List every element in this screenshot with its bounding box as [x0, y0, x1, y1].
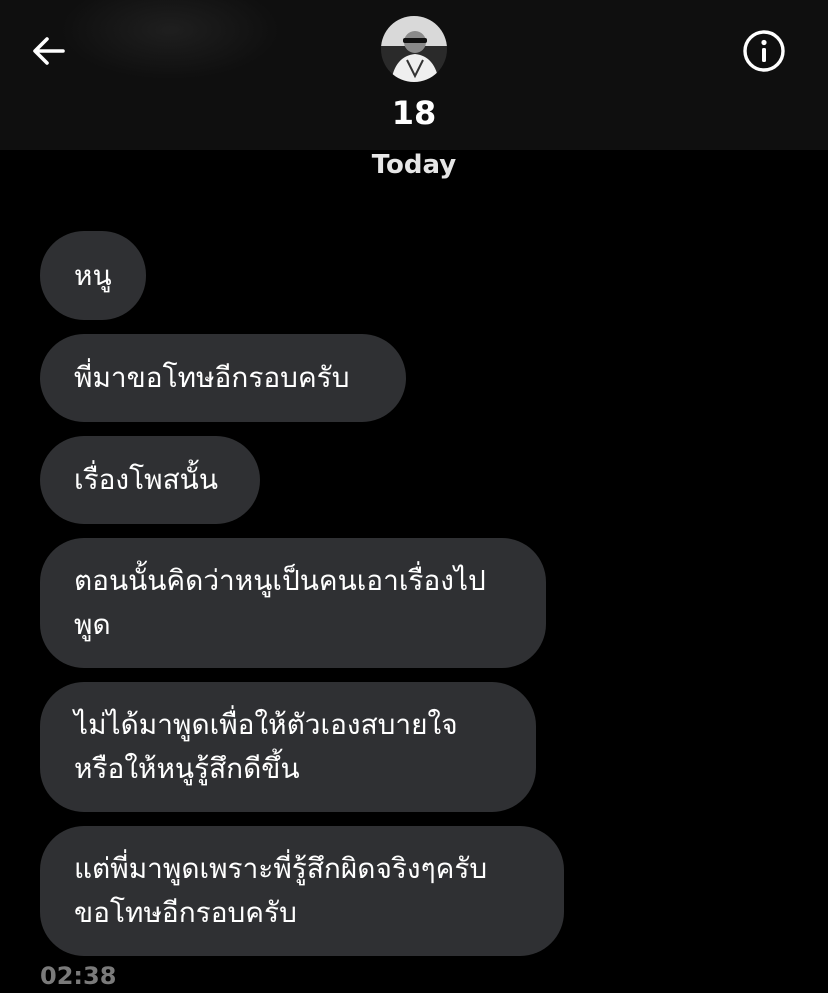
info-circle-icon	[743, 30, 785, 72]
back-button[interactable]	[26, 28, 72, 74]
contact-name[interactable]: 18	[0, 94, 828, 132]
message-bubble[interactable]: เรื่องโพสนั้น	[40, 436, 260, 524]
message-text: ตอนนั้นคิดว่าหนูเป็นคนเอาเรื่องไป พูด	[74, 564, 486, 641]
contact-avatar	[381, 16, 447, 82]
message-bubble[interactable]: ไม่ได้มาพูดเพื่อให้ตัวเองสบายใจ หรือให้ห…	[40, 682, 536, 812]
message-text: แต่พี่มาพูดเพราะพี่รู้สึกผิดจริงๆครับ ขอ…	[74, 852, 488, 929]
info-button[interactable]	[740, 27, 788, 75]
message-bubble[interactable]: พี่มาขอโทษอีกรอบครับ	[40, 334, 406, 422]
message-bubble[interactable]: แต่พี่มาพูดเพราะพี่รู้สึกผิดจริงๆครับ ขอ…	[40, 826, 564, 956]
message-text: หนู	[74, 258, 112, 292]
message-text: ไม่ได้มาพูดเพื่อให้ตัวเองสบายใจ หรือให้ห…	[74, 708, 458, 785]
chat-header: 18	[0, 0, 828, 150]
header-blur-overlay	[60, 0, 280, 80]
message-bubble[interactable]: หนู	[40, 231, 146, 320]
message-text: เรื่องโพสนั้น	[74, 463, 218, 496]
message-timestamp: 02:38	[40, 962, 117, 990]
date-separator: Today	[371, 150, 457, 180]
avatar[interactable]	[381, 16, 447, 82]
message-bubble[interactable]: ตอนนั้นคิดว่าหนูเป็นคนเอาเรื่องไป พูด	[40, 538, 546, 668]
message-text: พี่มาขอโทษอีกรอบครับ	[74, 361, 350, 394]
arrow-left-icon	[33, 37, 65, 65]
